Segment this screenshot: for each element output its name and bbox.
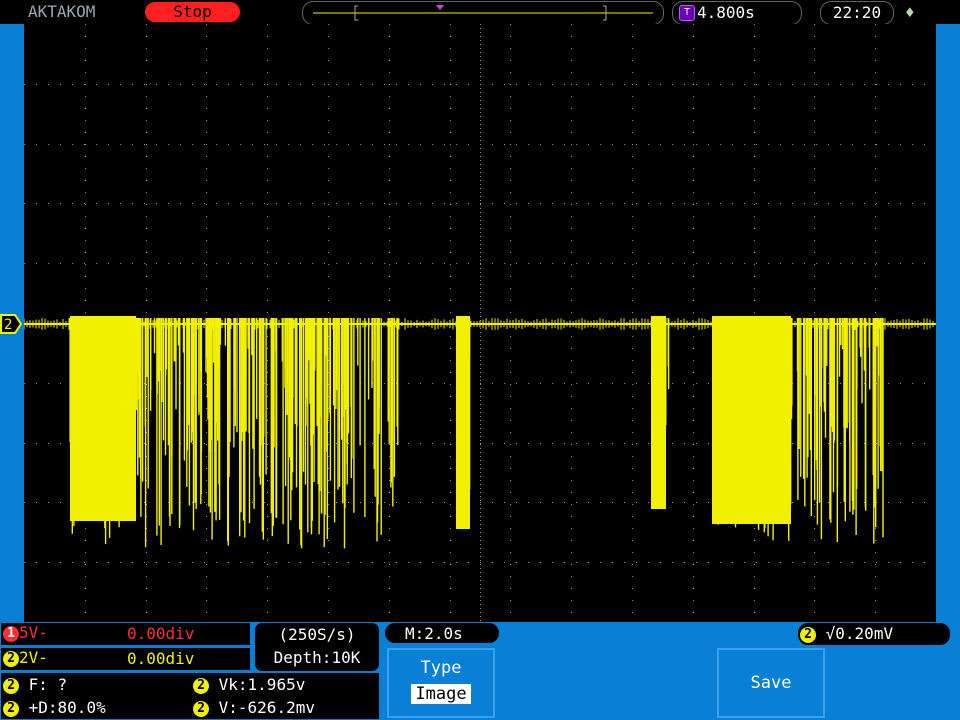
sample-rate: (250S/s) (278, 625, 356, 644)
ch1-offset: 0.00div (127, 624, 195, 643)
type-softkey-value: Image (411, 684, 471, 704)
ch2-badge: 2 (3, 650, 19, 667)
trigger-level-value: 0.20mV (835, 624, 894, 643)
measurement-v-row: 2 V:-626.2mv (193, 696, 315, 719)
trigger-source-badge: 2 (800, 626, 816, 643)
memory-depth: Depth:10K (273, 648, 361, 667)
measurement-duty-row: 2 +D:80.0% (3, 696, 106, 719)
type-softkey-label: Type (420, 658, 462, 678)
measurement-frequency: F: ? (28, 675, 68, 694)
clock-display: 22:20 (820, 1, 894, 25)
timebase-display[interactable]: M:2.0s (384, 622, 500, 644)
measurement-v: V:-626.2mv (218, 698, 315, 717)
ch2-offset: 0.00div (127, 649, 195, 668)
trigger-time-value: 4.800s (697, 3, 755, 22)
measurement-duty: +D:80.0% (28, 698, 106, 717)
ch1-badge: 1 (3, 625, 19, 642)
ch2-scale: 2V- (19, 648, 48, 667)
ch1-scale: 5V- (19, 623, 48, 642)
type-softkey[interactable]: Type Image (387, 648, 495, 718)
measurement-panel: 2 F: ? 2 +D:80.0% 2 Vk:1.965v 2 V:-626.2… (0, 672, 380, 720)
trigger-time-display[interactable]: T 4.800s (672, 1, 802, 25)
waveform-display (23, 24, 936, 622)
bottom-panel: 1 5V- 0.00div 2 2V- 0.00div (250S/s) Depth… (0, 622, 960, 720)
trigger-position-marker-icon (436, 5, 444, 10)
channel-2-marker-label: 2 (4, 317, 12, 333)
brand-label: AKTAKOM (28, 2, 96, 21)
measurement-vk: Vk:1.965v (218, 675, 306, 694)
rising-edge-icon: √ (825, 624, 836, 643)
status-bar: AKTAKOM Stop T 4.800s 22:20 ♦ (0, 0, 960, 25)
measurement-frequency-row: 2 F: ? (3, 673, 67, 696)
ch2-info[interactable]: 2 2V- 0.00div (0, 647, 251, 671)
memory-position-graphic (313, 5, 653, 21)
save-softkey[interactable]: Save (717, 648, 825, 718)
acquisition-info: (250S/s) Depth:10K (254, 622, 380, 672)
usb-icon: ♦ (905, 3, 915, 22)
waveform-graticule (23, 24, 936, 622)
run-stop-indicator[interactable]: Stop (145, 2, 240, 22)
measurement-vk-row: 2 Vk:1.965v (193, 673, 305, 696)
memory-position-bar[interactable] (302, 1, 664, 25)
trigger-level-display[interactable]: 2 √0.20mV (797, 622, 951, 646)
ch2-burst-block (651, 316, 666, 509)
channel-2-ground-marker[interactable]: 2 (0, 313, 23, 335)
trigger-t-icon: T (679, 5, 695, 21)
ch1-info[interactable]: 1 5V- 0.00div (0, 622, 251, 646)
